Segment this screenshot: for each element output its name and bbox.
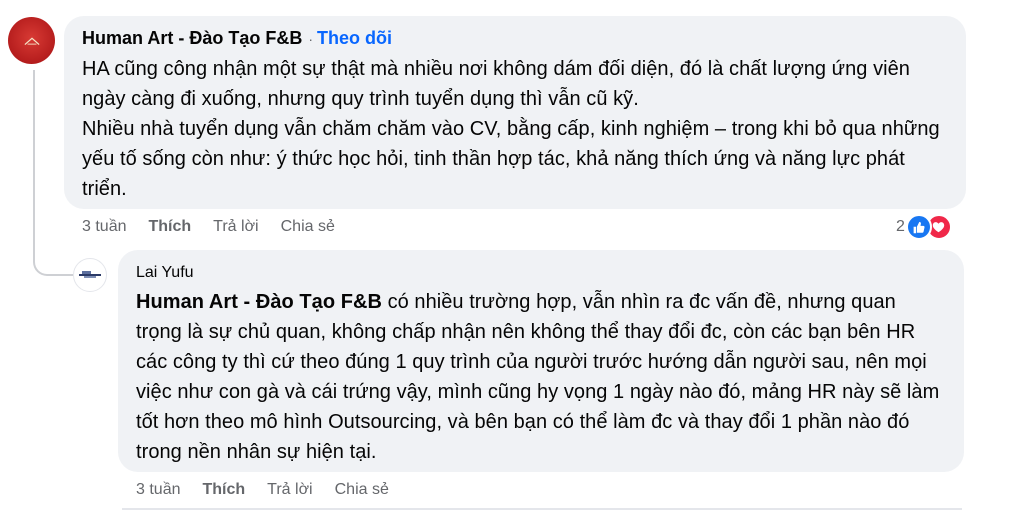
avatar-lai-yufu[interactable] — [73, 258, 107, 292]
reply-actions: 3 tuần Thích Trả lời Chia sẻ — [136, 481, 389, 499]
comment-paragraph: Nhiều nhà tuyển dụng vẫn chăm chăm vào C… — [82, 118, 940, 200]
reply-body: Human Art - Đào Tạo F&B có nhiều trường … — [136, 287, 946, 467]
avatar-human-art[interactable] — [8, 17, 55, 64]
mention-tag[interactable]: Human Art - Đào Tạo F&B — [136, 291, 382, 313]
reply-bubble: Lai Yufu Human Art - Đào Tạo F&B có nhiề… — [118, 250, 964, 472]
reply-text: có nhiều trường hợp, vẫn nhìn ra đc vấn … — [136, 291, 940, 463]
reply-reply-button[interactable]: Trả lời — [267, 481, 312, 499]
reply-like-button[interactable]: Thích — [202, 481, 245, 499]
reply-timestamp[interactable]: 3 tuần — [136, 481, 180, 499]
reaction-count: 2 — [896, 218, 905, 235]
user-logo-icon — [79, 271, 101, 278]
comment-header: Human Art - Đào Tạo F&B · Theo dõi — [82, 26, 948, 51]
like-icon — [905, 214, 932, 240]
comment-actions: 3 tuần Thích Trả lời Chia sẻ — [82, 218, 335, 236]
separator-dot: · — [308, 31, 314, 47]
comment-paragraph: HA cũng công nhận một sự thật mà nhiều n… — [82, 58, 910, 110]
reaction-summary[interactable]: 2 — [896, 214, 952, 240]
follow-button[interactable]: Theo dõi — [317, 28, 392, 48]
thread-connector-curve — [33, 236, 73, 276]
reply-button[interactable]: Trả lời — [213, 218, 258, 236]
share-button[interactable]: Chia sẻ — [281, 218, 335, 236]
reply-share-button[interactable]: Chia sẻ — [335, 481, 389, 499]
reply-author-name[interactable]: Lai Yufu — [136, 262, 946, 284]
comment-bubble: Human Art - Đào Tạo F&B · Theo dõi HA cũng… — [64, 16, 966, 209]
comment-body: HA cũng công nhận một sự thật mà nhiều n… — [82, 54, 948, 204]
comment-timestamp[interactable]: 3 tuần — [82, 218, 126, 236]
like-button[interactable]: Thích — [148, 218, 191, 236]
comment-author-name[interactable]: Human Art - Đào Tạo F&B — [82, 28, 302, 48]
thread-connector-line — [33, 70, 35, 236]
brand-logo-icon — [23, 37, 40, 45]
